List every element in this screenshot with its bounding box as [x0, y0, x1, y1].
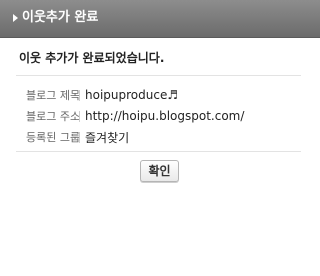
group-label: 등록된 그룹 [26, 131, 81, 144]
dialog-title-bar: 이웃추가 완료 [0, 0, 320, 38]
blog-address-label: 블로그 주소 [26, 110, 81, 123]
add-neighbor-dialog: 이웃추가 완료 이웃 추가가 완료되었습니다. 블로그 제목 hoipuprod… [0, 0, 320, 276]
separator [79, 131, 80, 143]
blog-address-value: http://hoipu.blogspot.com/ [85, 109, 245, 123]
group-value: 즐겨찾기 [85, 130, 130, 145]
blog-info: 블로그 제목 hoipuproduce♬ 블로그 주소 http://hoipu… [26, 86, 244, 149]
separator [79, 89, 80, 101]
info-row-blog-title: 블로그 제목 hoipuproduce♬ [26, 86, 244, 104]
separator [79, 110, 80, 122]
divider [16, 75, 301, 76]
confirm-button[interactable]: 확인 [140, 160, 179, 182]
blog-title-label: 블로그 제목 [26, 89, 81, 102]
blog-title-value: hoipuproduce♬ [85, 88, 179, 102]
title-arrow-icon [13, 14, 18, 22]
info-row-group: 등록된 그룹 즐겨찾기 [26, 128, 244, 146]
dialog-title: 이웃추가 완료 [22, 10, 99, 25]
info-row-blog-address: 블로그 주소 http://hoipu.blogspot.com/ [26, 107, 244, 125]
divider [16, 151, 301, 152]
completion-message: 이웃 추가가 완료되었습니다. [19, 51, 165, 65]
